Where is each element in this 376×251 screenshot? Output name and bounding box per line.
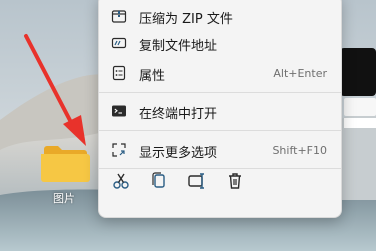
menu-item-properties[interactable]: 属性 Alt+Enter	[99, 60, 341, 86]
copy-path-icon	[111, 37, 127, 49]
desktop-folder-pictures[interactable]: 图片	[36, 140, 92, 210]
menu-separator	[99, 92, 341, 93]
more-options-icon	[112, 143, 126, 157]
copy-button[interactable]	[147, 169, 171, 193]
desktop-app-label-secondary	[344, 118, 376, 128]
menu-item-copy-path[interactable]: 复制文件地址	[99, 30, 341, 56]
properties-icon	[112, 65, 126, 81]
menu-item-compress-zip[interactable]: 压缩为 ZIP 文件	[99, 3, 341, 29]
rename-icon	[188, 173, 204, 189]
desktop-app-label	[344, 98, 376, 116]
cut-icon	[113, 173, 129, 189]
desktop-app-tile[interactable]	[340, 48, 376, 96]
folder-icon	[41, 146, 90, 182]
copy-icon	[152, 172, 165, 188]
menu-item-label: 在终端中打开	[139, 107, 218, 122]
menu-item-open-terminal[interactable]: 在终端中打开	[99, 98, 341, 124]
delete-icon	[229, 173, 241, 189]
menu-item-label: 显示更多选项	[139, 146, 218, 161]
menu-item-label: 属性	[139, 69, 166, 84]
menu-item-shortcut: Shift+F10	[272, 144, 327, 157]
folder-label: 图片	[53, 192, 75, 205]
menu-item-label: 压缩为 ZIP 文件	[139, 12, 233, 27]
terminal-icon	[112, 105, 126, 117]
menu-item-label: 复制文件地址	[139, 39, 218, 54]
zip-icon	[111, 10, 127, 23]
rename-button[interactable]	[185, 169, 209, 193]
menu-separator	[99, 130, 341, 131]
cut-button[interactable]	[109, 169, 133, 193]
context-menu: 压缩为 ZIP 文件 复制文件地址 属性 Alt+Enter 在终端中打开 显示…	[98, 0, 342, 218]
delete-button[interactable]	[223, 169, 247, 193]
desktop: 图片 压缩为 ZIP 文件 复制文件地址 属性 Alt+Enter 在终端中打开…	[0, 0, 376, 251]
menu-item-shortcut: Alt+Enter	[273, 67, 327, 80]
menu-separator	[99, 168, 341, 169]
menu-item-show-more-options[interactable]: 显示更多选项 Shift+F10	[99, 137, 341, 163]
